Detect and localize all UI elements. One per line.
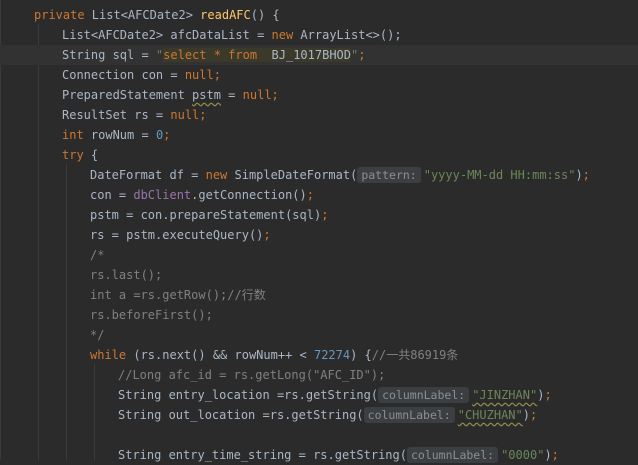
- code-token: null: [184, 68, 214, 82]
- code-line[interactable]: try {: [62, 145, 98, 165]
- code-token: pstm: [192, 88, 221, 102]
- code-token: List<AFCDate2> afcDataList =: [62, 28, 272, 42]
- code-token: /*: [90, 248, 105, 262]
- code-token: String out_location =rs.getString(: [118, 408, 364, 422]
- code-line[interactable]: PreparedStatement pstm = null;: [62, 85, 279, 105]
- gutter-border: [0, 0, 1, 460]
- code-token: private: [34, 8, 85, 22]
- code-token: =: [220, 88, 243, 102]
- code-token: ;: [213, 68, 221, 82]
- code-token: rs.beforeFirst();: [90, 308, 213, 322]
- code-line[interactable]: Connection con = null;: [62, 65, 221, 85]
- code-token: pstm = con.prepareStatement(sql): [90, 208, 322, 222]
- code-line[interactable]: rs.last();: [90, 265, 162, 285]
- code-token: con =: [90, 188, 134, 202]
- parameter-hint: columnLabel:: [363, 407, 455, 423]
- code-token: */: [90, 328, 105, 342]
- code-token: ;: [544, 388, 552, 402]
- code-token: new: [271, 28, 294, 42]
- code-token: //Long afc_id = rs.getLong("AFC_ID");: [118, 368, 386, 382]
- code-line[interactable]: String sql = "select * from BJ_1017BHOD"…: [0, 45, 638, 65]
- code-token: int a =rs.getRow();//行数: [90, 288, 266, 302]
- code-token: ;: [358, 48, 366, 62]
- code-line[interactable]: while (rs.next() && rowNum++ < 72274) {/…: [90, 345, 458, 365]
- code-token: BJ_1017BHOD: [257, 48, 351, 62]
- code-line[interactable]: private List<AFCDate2> readAFC() {: [34, 5, 280, 25]
- code-token: null: [170, 108, 200, 122]
- code-token: try: [62, 148, 84, 162]
- code-token: ) {: [350, 348, 372, 362]
- code-token: //一共86919条: [371, 348, 459, 362]
- code-token: ;: [271, 88, 279, 102]
- code-line[interactable]: //Long afc_id = rs.getLong("AFC_ID");: [118, 365, 385, 385]
- indent-guide: [94, 364, 95, 460]
- code-token: DateFormat df =: [90, 168, 206, 182]
- indent-guide: [66, 164, 67, 460]
- code-token: ;: [582, 168, 590, 182]
- code-token: Connection con =: [62, 68, 185, 82]
- code-token: String sql =: [62, 48, 156, 62]
- code-token: ;: [199, 108, 207, 122]
- code-token: ;: [530, 408, 538, 422]
- code-line[interactable]: String out_location =rs.getString(column…: [118, 405, 537, 425]
- parameter-hint: columnLabel:: [378, 387, 470, 403]
- code-token: "yyyy-MM-dd HH:mm:ss": [423, 168, 576, 182]
- code-token: new: [205, 168, 228, 182]
- code-token: ;: [394, 28, 402, 42]
- code-token: List<AFCDate2>: [84, 8, 201, 22]
- code-line[interactable]: int a =rs.getRow();//行数: [90, 285, 266, 305]
- code-token: "CHUZHAN": [457, 408, 523, 422]
- code-line[interactable]: String entry_location =rs.getString(colu…: [118, 385, 552, 405]
- code-token: String entry_location =rs.getString(: [118, 388, 379, 402]
- code-token: ;: [306, 188, 314, 202]
- code-token: (rs.next() && rowNum++ <: [126, 348, 314, 362]
- code-line[interactable]: /*: [90, 245, 104, 265]
- code-line[interactable]: String entry_time_string = rs.getString(…: [118, 445, 559, 465]
- code-line[interactable]: int rowNum = 0;: [62, 125, 170, 145]
- indent-guide: [38, 24, 39, 460]
- code-line[interactable]: con = dbClient.getConnection();: [90, 185, 314, 205]
- code-token: while: [90, 348, 127, 362]
- code-token: ): [575, 168, 583, 182]
- code-line[interactable]: pstm = con.prepareStatement(sql);: [90, 205, 328, 225]
- code-token: ;: [321, 208, 329, 222]
- code-token: 72274: [313, 348, 351, 362]
- code-token: ResultSet rs =: [62, 108, 171, 122]
- code-token: ArrayList<>(): [293, 28, 395, 42]
- code-token: rs.last();: [90, 268, 163, 282]
- code-token: readAFC: [200, 8, 251, 22]
- code-line[interactable]: */: [90, 325, 104, 345]
- code-token: dbClient: [133, 188, 192, 202]
- code-line[interactable]: List<AFCDate2> afcDataList = new ArrayLi…: [62, 25, 402, 45]
- code-token: () {: [250, 8, 280, 22]
- code-token: rowNum =: [83, 128, 156, 142]
- code-token: "JINZHAN": [472, 388, 538, 402]
- code-token: .getConnection(): [191, 188, 307, 202]
- code-token: rs = pstm.executeQuery(): [90, 228, 264, 242]
- code-token: null: [242, 88, 272, 102]
- code-line[interactable]: DateFormat df = new SimpleDateFormat(pat…: [90, 165, 590, 185]
- code-line[interactable]: rs.beforeFirst();: [90, 305, 213, 325]
- code-token: int: [62, 128, 84, 142]
- parameter-hint: columnLabel:: [406, 447, 499, 463]
- parameter-hint: pattern:: [357, 167, 421, 183]
- code-token: {: [83, 148, 99, 162]
- code-token: select * from: [163, 48, 258, 62]
- code-line[interactable]: rs = pstm.executeQuery();: [90, 225, 271, 245]
- code-line[interactable]: ResultSet rs = null;: [62, 105, 207, 125]
- code-token: ;: [263, 228, 271, 242]
- code-token: ;: [163, 128, 171, 142]
- code-token: PreparedStatement: [62, 88, 193, 102]
- code-token: SimpleDateFormat(: [227, 168, 358, 182]
- code-token: ): [522, 408, 530, 422]
